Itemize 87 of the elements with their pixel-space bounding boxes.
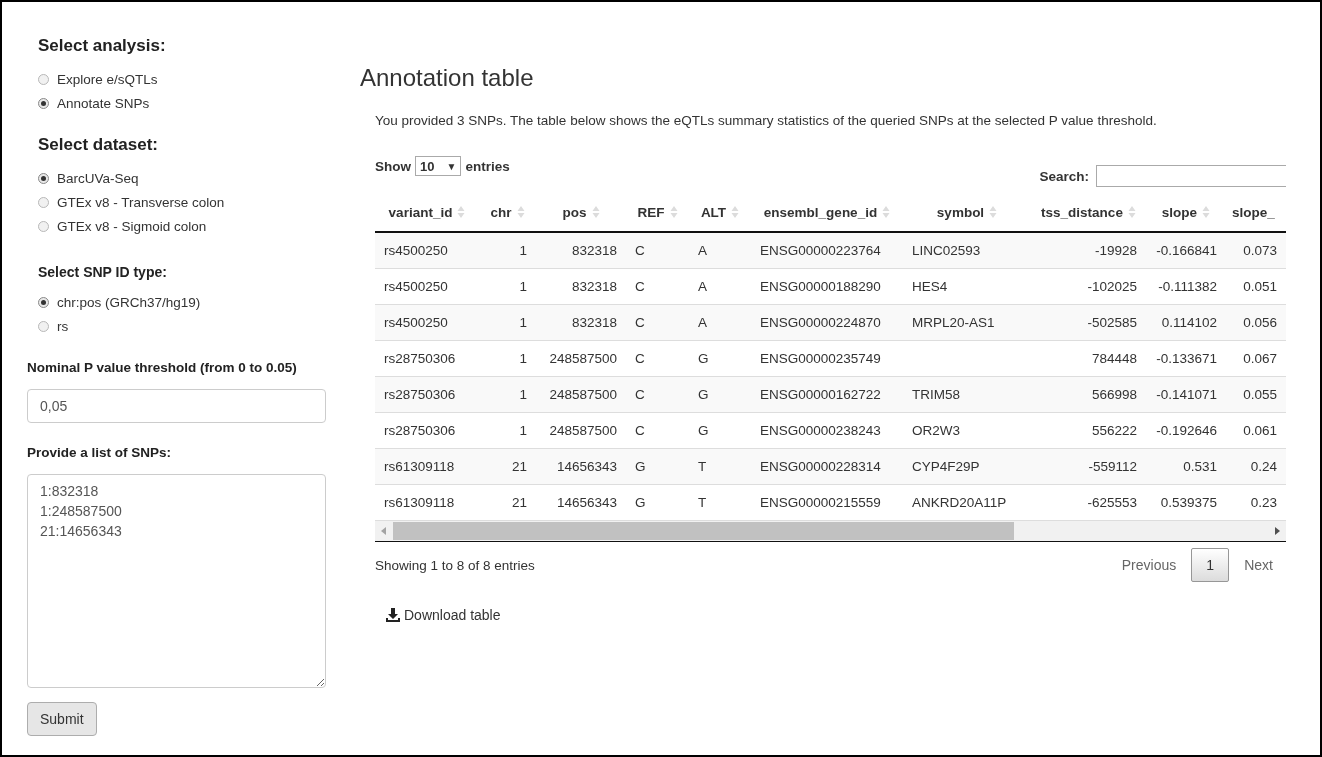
download-icon	[386, 608, 400, 622]
search-label: Search:	[1039, 168, 1089, 184]
table-cell: 0.055	[1226, 376, 1286, 412]
section-heading: Select dataset:	[38, 135, 159, 155]
table-cell: 0.114102	[1146, 304, 1226, 340]
table-cell: rs28750306	[375, 376, 479, 412]
entries-select[interactable]: 10 ▼	[415, 156, 462, 176]
submit-button[interactable]: Submit	[27, 702, 97, 736]
table-cell: -502585	[1031, 304, 1146, 340]
sort-icon	[1127, 205, 1136, 219]
table-info: Showing 1 to 8 of 8 entries	[375, 557, 535, 573]
show-label: Show	[375, 158, 411, 174]
table-cell: 1	[479, 232, 536, 268]
table-cell: rs4500250	[375, 304, 479, 340]
sort-icon	[882, 205, 891, 219]
search-field[interactable]	[1096, 165, 1286, 187]
table-cell: A	[689, 232, 751, 268]
page-title: Annotation table	[360, 64, 535, 92]
table-cell: T	[689, 448, 751, 484]
horizontal-scrollbar[interactable]	[375, 520, 1286, 542]
table-cell: rs4500250	[375, 232, 479, 268]
field-label: Nominal P value threshold (from 0 to 0.05)	[27, 360, 298, 375]
section-heading: Select SNP ID type:	[38, 264, 168, 280]
radio-label[interactable]: chr:pos (GRCh37/hg19)	[57, 294, 201, 310]
radio-button[interactable]	[38, 296, 49, 308]
snp-list-textarea[interactable]: 1:832318 1:248587500 21:14656343	[27, 474, 326, 688]
table-cell: 832318	[536, 304, 626, 340]
radio-label[interactable]: Annotate SNPs	[57, 95, 150, 111]
table-cell: 0.531	[1146, 448, 1226, 484]
threshold-input[interactable]: 0,05	[27, 389, 326, 423]
table-cell: C	[626, 232, 689, 268]
table-cell: ENSG00000162722	[751, 376, 903, 412]
table-cell: 14656343	[536, 448, 626, 484]
table-cell: LINC02593	[903, 232, 1031, 268]
table-cell: 0.24	[1226, 448, 1286, 484]
table-cell: -19928	[1031, 232, 1146, 268]
sort-icon	[457, 205, 466, 219]
table-cell: 0.056	[1226, 304, 1286, 340]
entries-label: entries	[465, 158, 510, 174]
page-button[interactable]: 1	[1191, 548, 1230, 582]
radio-button[interactable]	[38, 220, 49, 232]
table-cell: -0.141071	[1146, 376, 1226, 412]
radio-button[interactable]	[38, 172, 49, 184]
table-cell: ENSG00000224870	[751, 304, 903, 340]
scroll-right-icon[interactable]	[1274, 527, 1280, 535]
table-cell: 21	[479, 448, 536, 484]
radio-button[interactable]	[38, 196, 49, 208]
radio-label[interactable]: rs	[57, 318, 69, 334]
table-cell: 1	[479, 376, 536, 412]
scroll-left-icon[interactable]	[381, 527, 387, 535]
table-cell: 832318	[536, 232, 626, 268]
radio-label[interactable]: BarcUVa-Seq	[57, 170, 139, 186]
table-cell: A	[689, 304, 751, 340]
intro-text: You provided 3 SNPs. The table below shows the eQTLs summary statistics of the queried SNPs at the selected P value threshold.	[375, 113, 1158, 128]
pagination-link[interactable]: Previous	[1108, 548, 1190, 582]
table-cell: -559112	[1031, 448, 1146, 484]
pagination-link[interactable]: Next	[1231, 548, 1286, 582]
radio-button[interactable]	[38, 73, 49, 85]
table-cell: C	[626, 304, 689, 340]
sort-icon	[516, 205, 525, 219]
radio-button[interactable]	[38, 97, 49, 109]
table-cell: rs61309118	[375, 448, 479, 484]
table-cell: CYP4F29P	[903, 448, 1031, 484]
table-cell: G	[689, 376, 751, 412]
table-cell: ENSG00000228314	[751, 448, 903, 484]
table-cell: 248587500	[536, 376, 626, 412]
table-cell: -0.166841	[1146, 232, 1226, 268]
sort-icon	[989, 205, 998, 219]
radio-label[interactable]: Explore e/sQTLs	[57, 71, 158, 87]
sort-icon	[591, 205, 600, 219]
radio-label[interactable]: GTEx v8 - Sigmoid colon	[57, 218, 207, 234]
radio-label[interactable]: GTEx v8 - Transverse colon	[57, 194, 225, 210]
table-cell: TRIM58	[903, 376, 1031, 412]
section-heading: Select analysis:	[38, 36, 167, 56]
table-cell: ENSG00000223764	[751, 232, 903, 268]
radio-button[interactable]	[38, 320, 49, 332]
sort-icon	[669, 205, 678, 219]
table-cell: MRPL20-AS1	[903, 304, 1031, 340]
table-cell: 566998	[1031, 376, 1146, 412]
table-cell: 1	[479, 304, 536, 340]
table-cell: C	[626, 376, 689, 412]
sort-icon	[731, 205, 740, 219]
field-label: Provide a list of SNPs:	[27, 445, 173, 460]
sort-icon	[1202, 205, 1211, 219]
table-cell: G	[626, 448, 689, 484]
table-cell: 0.073	[1226, 232, 1286, 268]
download-button[interactable]: Download table	[386, 607, 501, 623]
